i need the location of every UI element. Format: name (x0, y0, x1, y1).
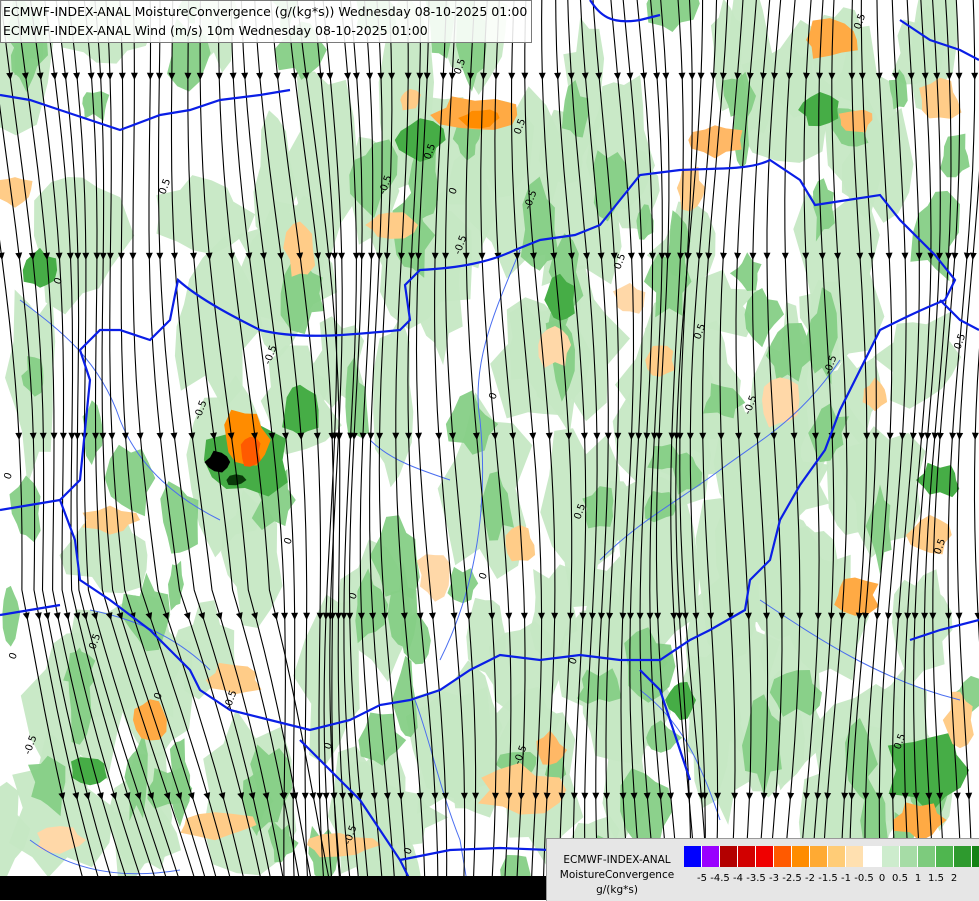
legend-swatch (936, 846, 954, 867)
legend-tick-label: -3 (769, 873, 779, 884)
legend-swatch (864, 846, 882, 867)
legend-tick-label: 2 (951, 873, 957, 884)
legend-swatch (828, 846, 846, 867)
legend-tick-label: 0 (879, 873, 885, 884)
legend-swatches (684, 846, 979, 867)
legend-tick-label: 1 (915, 873, 921, 884)
legend-swatch (954, 846, 972, 867)
legend-swatch (900, 846, 918, 867)
legend-line-unit: g/(kg*s) (553, 883, 681, 898)
title-line-moisture: ECMWF-INDEX-ANAL MoistureConvergence (g/… (3, 2, 527, 21)
bottom-strip (0, 876, 546, 900)
legend-tick-label: -1 (841, 873, 851, 884)
legend-swatch (846, 846, 864, 867)
legend-ticks: -5-4.5-4-3.5-3-2.5-2-1.5-1-0.5 0 0.5 1 1.5 2 (684, 873, 974, 887)
legend-tick-label: 1.5 (928, 873, 944, 884)
legend-swatch (720, 846, 738, 867)
legend-line-model: ECMWF-INDEX-ANAL (553, 853, 681, 868)
legend-swatch (702, 846, 720, 867)
legend-swatch (882, 846, 900, 867)
legend-line-variable: MoistureConvergence (553, 868, 681, 883)
legend-swatch (684, 846, 702, 867)
legend-swatch (810, 846, 828, 867)
legend-tick-label: 0.5 (892, 873, 908, 884)
legend-swatch (792, 846, 810, 867)
legend-swatch (738, 846, 756, 867)
legend-tick-label: -3.5 (746, 873, 766, 884)
weather-map: 0.50.5-0.500-0.50.50-0.500.50-0.500.5-0.… (0, 0, 979, 900)
legend-title: ECMWF-INDEX-ANAL MoistureConvergence g/(… (553, 853, 681, 898)
color-legend: ECMWF-INDEX-ANAL MoistureConvergence g/(… (546, 838, 979, 901)
legend-tick-label: -4.5 (710, 873, 730, 884)
legend-swatch (774, 846, 792, 867)
legend-tick-label: -0.5 (854, 873, 874, 884)
title-line-wind: ECMWF-INDEX-ANAL Wind (m/s) 10m Wednesda… (3, 21, 527, 40)
legend-tick-label: -1.5 (818, 873, 838, 884)
map-title: ECMWF-INDEX-ANAL MoistureConvergence (g/… (0, 0, 532, 43)
legend-tick-label: -2.5 (782, 873, 802, 884)
legend-swatch (756, 846, 774, 867)
legend-swatch (972, 846, 979, 867)
legend-tick-label: -2 (805, 873, 815, 884)
legend-swatch (918, 846, 936, 867)
legend-tick-label: -5 (697, 873, 707, 884)
legend-tick-label: -4 (733, 873, 743, 884)
